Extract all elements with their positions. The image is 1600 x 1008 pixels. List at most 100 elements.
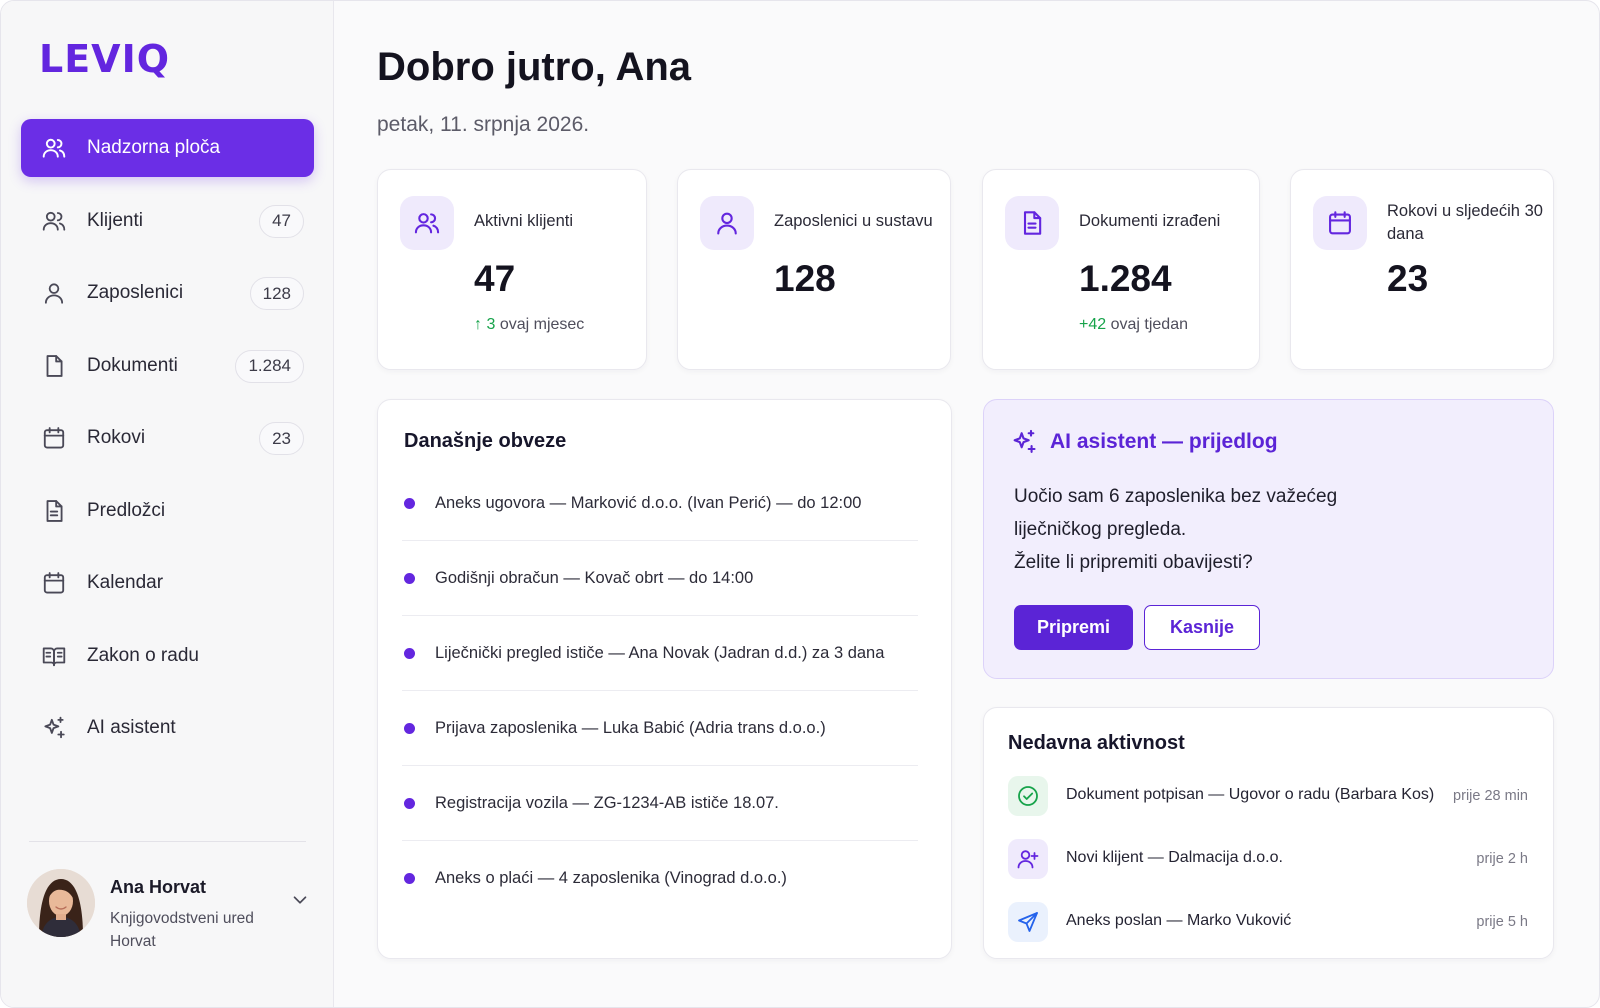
sparkles-icon xyxy=(1010,428,1038,456)
sidebar-item-ai-assistant[interactable]: AI asistent xyxy=(21,699,314,757)
stat-value: 23 xyxy=(1387,258,1429,299)
user-organization: Knjigovodstveni ured Horvat xyxy=(110,910,254,950)
list-item-text: Registracija vozila — ZG-1234-AB ističe … xyxy=(435,793,779,812)
bullet-dot xyxy=(404,873,415,884)
count-badge: 23 xyxy=(259,422,304,455)
sidebar-nav: Nadzorna ploča Klijenti 47 Zaposlenici 1… xyxy=(21,119,314,772)
stat-label: Zaposlenici u sustavu xyxy=(774,212,933,230)
avatar xyxy=(27,869,95,937)
ai-message: Uočio sam 6 zaposlenika bez važećeg lije… xyxy=(1014,486,1338,540)
activity-item[interactable]: Dokument potpisan — Ugovor o radu (Barba… xyxy=(1008,776,1528,818)
stat-value: 128 xyxy=(774,258,836,299)
user-icon xyxy=(700,196,754,250)
section-title: Nedavna aktivnost xyxy=(1008,732,1185,754)
sparkles-icon xyxy=(41,715,67,741)
stat-value: 1.284 xyxy=(1079,258,1172,299)
list-item[interactable]: Godišnji obračun — Kovač obrt — do 14:00 xyxy=(402,541,918,616)
stat-label: Rokovi u sljedećih 30 dana xyxy=(1387,202,1543,243)
users-icon xyxy=(41,208,67,234)
bullet-dot xyxy=(404,797,415,809)
list-item[interactable]: Registracija vozila — ZG-1234-AB ističe … xyxy=(402,766,918,841)
sidebar-item-templates[interactable]: Predložci xyxy=(21,482,314,540)
count-badge: 128 xyxy=(249,277,304,310)
list-item-text: Aneks o plaći — 4 zaposlenika (Vinograd … xyxy=(435,869,787,887)
current-date: petak, 11. srpnja 2026. xyxy=(377,113,590,136)
activity-item[interactable]: Aneks poslan — Marko Vuković prije 5 h xyxy=(1008,902,1528,944)
sidebar-item-label: Kalendar xyxy=(87,572,164,593)
user-plus-icon xyxy=(1008,839,1048,879)
ai-suggestion-card: AI asistent — prijedlog Uočio sam 6 zapo… xyxy=(983,399,1554,679)
page-title: Dobro jutro, Ana xyxy=(377,45,692,89)
sidebar-item-deadlines[interactable]: Rokovi 23 xyxy=(21,409,314,467)
calendar-icon xyxy=(41,425,67,451)
list-item[interactable]: Liječnički pregled ističe — Ana Novak (J… xyxy=(402,616,918,691)
user-icon xyxy=(41,280,67,306)
sidebar-item-calendar[interactable]: Kalendar xyxy=(21,554,314,612)
later-button[interactable]: Kasnije xyxy=(1144,605,1260,650)
stat-value: 47 xyxy=(474,258,516,299)
list-item[interactable]: Aneks o plaći — 4 zaposlenika (Vinograd … xyxy=(402,841,918,916)
sidebar-item-clients[interactable]: Klijenti 47 xyxy=(21,192,314,250)
stat-card-employees[interactable]: Zaposlenici u sustavu 128 xyxy=(677,169,951,370)
file-text-icon xyxy=(1005,196,1059,250)
activity-time: prije 28 min xyxy=(1453,788,1528,804)
section-title: Današnje obveze xyxy=(404,430,567,452)
bullet-dot xyxy=(404,497,415,509)
delta-value: +42 xyxy=(1079,316,1107,333)
sidebar-divider xyxy=(29,841,306,842)
sidebar-item-label: Nadzorna ploča xyxy=(87,137,221,158)
delta-value: 3 xyxy=(486,316,496,333)
sidebar-item-employees[interactable]: Zaposlenici 128 xyxy=(21,264,314,322)
list-item-text: Liječnički pregled ističe — Ana Novak (J… xyxy=(435,643,885,662)
book-open-icon xyxy=(41,643,67,669)
list-item-text: Aneks ugovora — Marković d.o.o. (Ivan Pe… xyxy=(435,493,862,512)
user-name: Ana Horvat xyxy=(110,877,207,897)
stat-label: Dokumenti izrađeni xyxy=(1079,212,1221,230)
users-icon xyxy=(400,196,454,250)
activity-item[interactable]: Novi klijent — Dalmacija d.o.o. prije 2 … xyxy=(1008,839,1528,881)
stat-card-active-clients[interactable]: Aktivni klijenti 47 ↑ 3 ovaj mjesec xyxy=(377,169,647,370)
calendar-icon xyxy=(41,570,67,596)
list-item-text: Godišnji obračun — Kovač obrt — do 14:00 xyxy=(435,568,754,587)
sidebar-item-documents[interactable]: Dokumenti 1.284 xyxy=(21,337,314,395)
stat-card-documents[interactable]: Dokumenti izrađeni 1.284 +42 ovaj tjedan xyxy=(982,169,1260,370)
send-icon xyxy=(1008,902,1048,942)
sidebar-item-labor-law[interactable]: Zakon o radu xyxy=(21,627,314,685)
calendar-icon xyxy=(1313,196,1367,250)
sidebar-item-label: AI asistent xyxy=(87,717,176,738)
stat-delta: +42 ovaj tjedan xyxy=(1079,316,1188,334)
sidebar: LEVIQ Nadzorna ploča Klijenti 47 Zaposle… xyxy=(1,1,334,1007)
app-logo: LEVIQ xyxy=(39,37,171,81)
file-icon xyxy=(41,353,67,379)
bullet-dot xyxy=(404,722,415,734)
ai-card-title: AI asistent — prijedlog xyxy=(1050,430,1278,453)
stat-label: Aktivni klijenti xyxy=(474,212,574,230)
chevron-down-icon[interactable] xyxy=(289,889,311,911)
list-item[interactable]: Prijava zaposlenika — Luka Babić (Adria … xyxy=(402,691,918,766)
delta-text: ovaj tjedan xyxy=(1110,316,1188,333)
users-icon xyxy=(41,135,67,161)
activity-text: Aneks poslan — Marko Vuković xyxy=(1066,912,1292,929)
bullet-dot xyxy=(404,647,415,659)
activity-time: prije 2 h xyxy=(1476,851,1528,867)
count-badge: 47 xyxy=(259,204,304,238)
count-badge: 1.284 xyxy=(235,349,304,383)
user-profile[interactable]: Ana Horvat Knjigovodstveni ured Horvat xyxy=(27,867,317,963)
sidebar-item-label: Klijenti xyxy=(87,209,143,231)
sidebar-item-label: Dokumenti xyxy=(87,354,178,376)
stat-card-deadlines[interactable]: Rokovi u sljedećih 30 dana 23 xyxy=(1290,169,1554,370)
list-item[interactable]: Aneks ugovora — Marković d.o.o. (Ivan Pe… xyxy=(402,466,918,541)
stat-delta: ↑ 3 ovaj mjesec xyxy=(474,316,584,334)
ai-question: Želite li pripremiti obavijesti? xyxy=(1014,552,1253,573)
bullet-dot xyxy=(404,572,415,584)
sidebar-item-label: Predložci xyxy=(87,499,166,521)
prepare-button[interactable]: Pripremi xyxy=(1014,605,1133,650)
app-window: LEVIQ Nadzorna ploča Klijenti 47 Zaposle… xyxy=(0,0,1600,1008)
delta-text: ovaj mjesec xyxy=(499,316,585,333)
check-circle-icon xyxy=(1008,776,1048,816)
recent-activity-card: Nedavna aktivnost Dokument potpisan — Ug… xyxy=(983,707,1554,959)
activity-text: Dokument potpisan — Ugovor o radu (Barba… xyxy=(1066,786,1435,803)
main-content: Dobro jutro, Ana petak, 11. srpnja 2026.… xyxy=(334,1,1599,1007)
sidebar-item-label: Rokovi xyxy=(87,427,146,448)
sidebar-item-dashboard[interactable]: Nadzorna ploča xyxy=(21,119,314,177)
